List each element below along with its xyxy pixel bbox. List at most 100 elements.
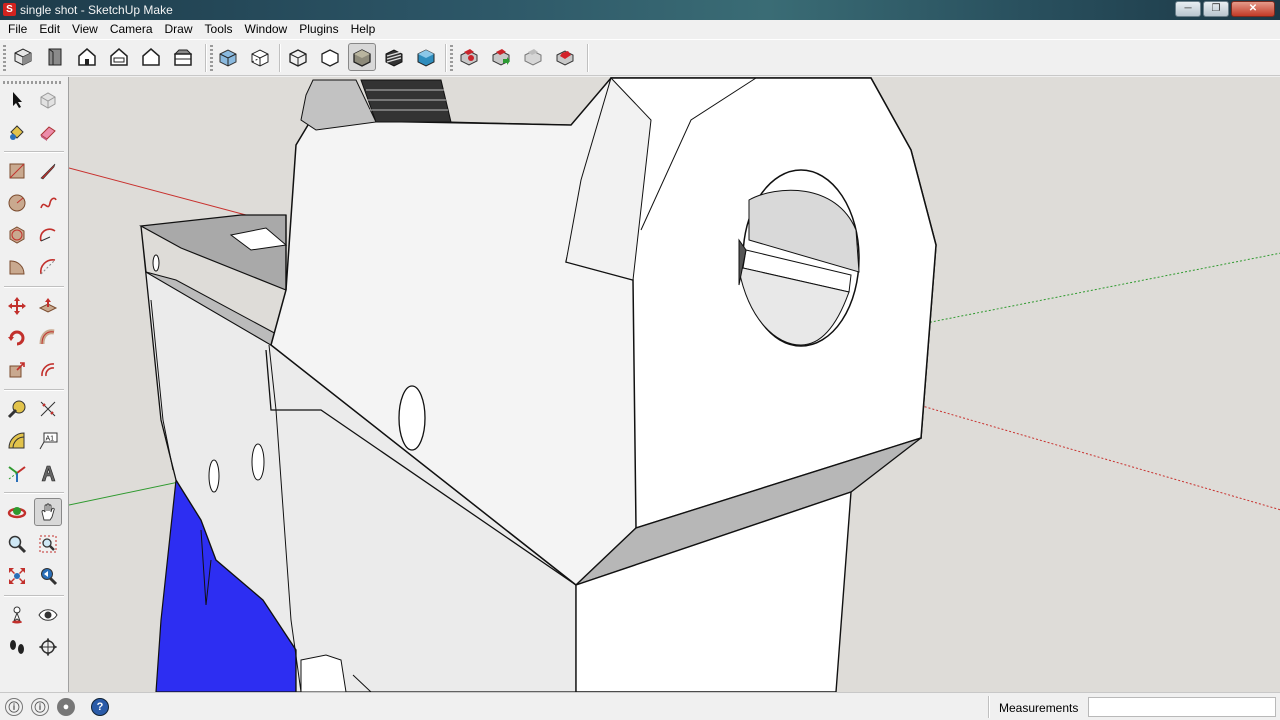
menu-edit[interactable]: Edit [33, 20, 66, 39]
side-hole-tiny [152, 254, 160, 272]
geo-location-icon[interactable]: ⓘ [5, 698, 23, 716]
circle-icon[interactable] [3, 189, 31, 217]
back-edges-icon[interactable] [246, 43, 274, 71]
top-grip-ridges [360, 79, 452, 123]
push-pull-icon[interactable] [34, 292, 62, 320]
menu-plugins[interactable]: Plugins [293, 20, 344, 39]
section-plane-icon[interactable] [34, 633, 62, 661]
make-component-icon[interactable] [34, 86, 62, 114]
offset-icon[interactable] [34, 356, 62, 384]
tools-palette: A1 [0, 77, 68, 692]
pan-icon[interactable] [34, 498, 62, 526]
front-view-icon[interactable] [73, 43, 101, 71]
shaded-icon[interactable] [348, 43, 376, 71]
menu-help[interactable]: Help [345, 20, 382, 39]
palette-separator [4, 286, 64, 288]
text-icon[interactable]: A1 [34, 427, 62, 455]
green-axis-hidden [925, 252, 1280, 324]
user-icon[interactable]: ● [57, 698, 75, 716]
left-view-icon[interactable] [169, 43, 197, 71]
maximize-button[interactable]: ❐ [1203, 1, 1229, 17]
red-axis [69, 167, 247, 216]
views-toolbar [9, 43, 197, 71]
menu-bar: File Edit View Camera Draw Tools Window … [0, 20, 1280, 39]
back-view-icon[interactable] [137, 43, 165, 71]
drawing-viewport[interactable] [68, 77, 1280, 692]
wireframe-icon[interactable] [284, 43, 312, 71]
previous-view-icon[interactable] [34, 562, 62, 590]
move-icon[interactable] [3, 292, 31, 320]
palette-separator [4, 389, 64, 391]
side-hole-medium [251, 443, 265, 481]
iso-view-icon[interactable] [9, 43, 37, 71]
close-button[interactable]: ✕ [1231, 1, 1275, 17]
pie-icon[interactable] [3, 253, 31, 281]
paint-bucket-icon[interactable] [3, 118, 31, 146]
window-title: single shot - SketchUp Make [20, 3, 173, 17]
zoom-window-icon[interactable] [34, 530, 62, 558]
select-icon[interactable] [3, 86, 31, 114]
share-component-icon[interactable] [519, 43, 547, 71]
help-icon[interactable]: ? [91, 698, 109, 716]
orbit-icon[interactable] [3, 498, 31, 526]
toolbar-grip[interactable] [210, 45, 213, 71]
minimize-button[interactable]: ─ [1175, 1, 1201, 17]
sketchup-app-icon[interactable]: S [3, 3, 16, 16]
menu-draw[interactable]: Draw [159, 20, 199, 39]
side-hole-large [398, 385, 426, 451]
toolbar-grip[interactable] [450, 45, 453, 71]
warehouse-toolbar [455, 43, 579, 71]
freehand-icon[interactable] [34, 189, 62, 217]
palette-separator [4, 492, 64, 494]
zoom-extents-icon[interactable] [3, 562, 31, 590]
follow-me-icon[interactable] [34, 324, 62, 352]
tape-measure-icon[interactable] [3, 395, 31, 423]
look-around-icon[interactable] [34, 601, 62, 629]
top-view-icon[interactable] [41, 43, 69, 71]
two-point-arc-icon[interactable] [34, 253, 62, 281]
measurements-label: Measurements [999, 701, 1079, 715]
get-models-icon[interactable] [455, 43, 483, 71]
status-divider [988, 696, 990, 718]
toolbar-separator [445, 44, 447, 72]
scale-icon[interactable] [3, 356, 31, 384]
protractor-icon[interactable] [3, 427, 31, 455]
bottom-detail [300, 654, 347, 692]
main-toolbar [0, 39, 1280, 76]
status-bar: ⓘ ⓘ ● ? Measurements [0, 692, 1280, 720]
menu-view[interactable]: View [66, 20, 104, 39]
extension-warehouse-icon[interactable] [551, 43, 579, 71]
rectangle-icon[interactable] [3, 157, 31, 185]
eraser-icon[interactable] [34, 118, 62, 146]
polygon-icon[interactable] [3, 221, 31, 249]
line-icon[interactable] [34, 157, 62, 185]
walk-icon[interactable] [3, 633, 31, 661]
style-xray-toolbar [214, 43, 274, 71]
zoom-icon[interactable] [3, 530, 31, 558]
title-bar: S single shot - SketchUp Make ─ ❐ ✕ [0, 0, 1280, 20]
credits-icon[interactable]: ⓘ [31, 698, 49, 716]
shaded-textures-icon[interactable] [380, 43, 408, 71]
styles-toolbar [284, 43, 440, 71]
xray-icon[interactable] [214, 43, 242, 71]
position-camera-icon[interactable] [3, 601, 31, 629]
toolbar-separator [205, 44, 207, 72]
palette-grip[interactable] [3, 81, 63, 84]
measurements-field[interactable] [1088, 697, 1276, 717]
dimension-icon[interactable] [34, 395, 62, 423]
toolbar-grip[interactable] [3, 45, 6, 71]
axes-icon[interactable] [3, 459, 31, 487]
monochrome-icon[interactable] [412, 43, 440, 71]
menu-file[interactable]: File [2, 20, 33, 39]
share-model-icon[interactable] [487, 43, 515, 71]
right-view-icon[interactable] [105, 43, 133, 71]
arc-icon[interactable] [34, 221, 62, 249]
menu-camera[interactable]: Camera [104, 20, 159, 39]
menu-window[interactable]: Window [239, 20, 294, 39]
rotate-icon[interactable] [3, 324, 31, 352]
toolbar-separator [279, 44, 281, 72]
palette-separator [4, 151, 64, 153]
3d-text-icon[interactable] [34, 459, 62, 487]
hidden-line-icon[interactable] [316, 43, 344, 71]
menu-tools[interactable]: Tools [199, 20, 239, 39]
